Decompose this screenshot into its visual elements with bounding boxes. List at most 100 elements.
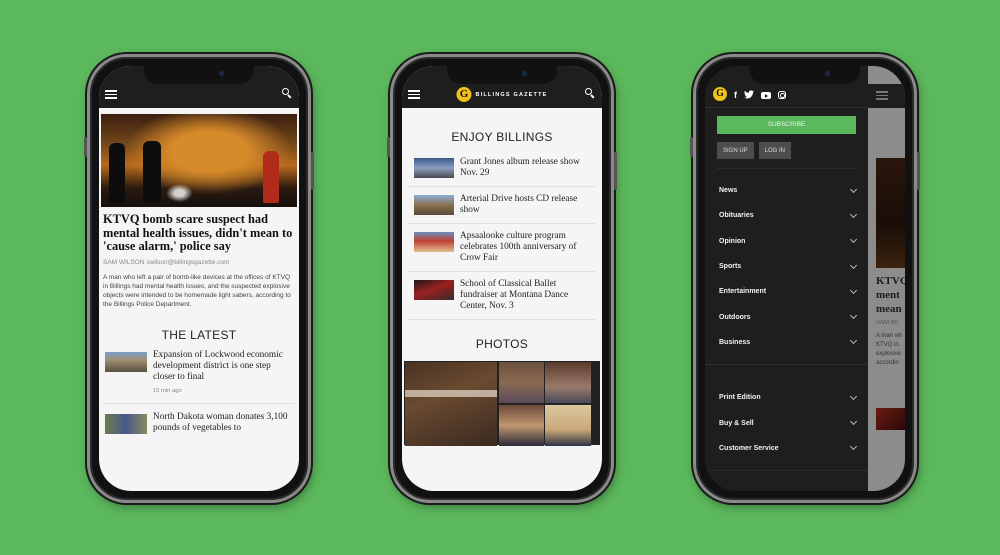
enjoy-section-title: ENJOY BILLINGS: [451, 130, 553, 144]
hamburger-icon[interactable]: [876, 91, 888, 100]
brand-logo[interactable]: G BILLINGS GAZETTE: [456, 87, 547, 102]
photo[interactable]: [498, 362, 544, 403]
lead-headline[interactable]: KTVQ bomb scare suspect had mental healt…: [103, 212, 295, 254]
menu-item-label: News: [719, 187, 738, 195]
notch: [447, 66, 557, 84]
camera: [219, 71, 224, 76]
list-item-title: Grant Jones album release show Nov. 29: [460, 157, 580, 178]
volume-button: [387, 137, 390, 157]
chevron-down-icon[interactable]: [849, 392, 858, 400]
chevron-down-icon[interactable]: [849, 236, 858, 244]
menu-item-label: Outdoors: [719, 313, 751, 321]
volume-button: [690, 137, 693, 157]
menu-item-opinion[interactable]: Opinion: [705, 229, 868, 254]
auth-buttons: SIGN UP LOG IN: [717, 142, 856, 169]
photo[interactable]: [405, 362, 497, 446]
list-item[interactable]: Expansion of Lockwood economic developme…: [103, 342, 295, 404]
chevron-down-icon[interactable]: [849, 185, 858, 193]
search-icon[interactable]: [585, 88, 595, 99]
menu-item-label: Obituaries: [719, 212, 754, 220]
gazette-logo-icon: G: [456, 87, 472, 102]
menu-item-label: Print Edition: [719, 394, 761, 402]
menu-item-customer-service[interactable]: Customer Service: [705, 436, 868, 461]
hamburger-icon[interactable]: [105, 90, 117, 99]
menu-item-label: Business: [719, 338, 751, 346]
figure: [263, 151, 279, 203]
chevron-down-icon[interactable]: [849, 286, 858, 294]
list-item[interactable]: School of Classical Ballet fundraiser at…: [408, 272, 596, 320]
log-in-button[interactable]: LOG IN: [758, 142, 792, 159]
photo[interactable]: [545, 404, 591, 446]
power-button: [614, 152, 617, 190]
lead-story-image[interactable]: [101, 114, 297, 207]
youtube-icon[interactable]: [761, 92, 771, 99]
peek-top-bar: [868, 84, 905, 108]
power-button: [311, 152, 314, 190]
list-item[interactable]: Apsaalooke culture program celebrates 10…: [408, 224, 596, 272]
menu-item-entertainment[interactable]: Entertainment: [705, 279, 868, 304]
page-overlay[interactable]: KTVQ ment mean SAM WI A man wh KTVQ in e…: [868, 66, 905, 491]
story-summary: A man who left a pair of bomb-like devic…: [103, 273, 291, 308]
photo[interactable]: [498, 404, 544, 446]
hamburger-icon[interactable]: [408, 90, 420, 99]
menu-item-print-edition[interactable]: Print Edition: [705, 385, 868, 410]
primary-menu: News Obituaries Opinion Sports Entertain…: [705, 169, 868, 366]
list-item[interactable]: North Dakota woman donates 3,100 pounds …: [103, 404, 295, 440]
menu-item-label: Sports: [719, 263, 742, 271]
lead-story-image: [876, 158, 905, 268]
volume-button: [84, 137, 87, 157]
twitter-icon[interactable]: [744, 90, 754, 99]
list-item[interactable]: Arterial Drive hosts CD release show: [408, 187, 596, 224]
search-icon[interactable]: [282, 88, 292, 99]
list-item-title: Arterial Drive hosts CD release show: [460, 194, 578, 215]
thumbnail: [414, 195, 454, 215]
chevron-down-icon[interactable]: [849, 417, 858, 426]
menu-item-business[interactable]: Business: [705, 330, 868, 355]
figure: [143, 141, 161, 203]
byline-fragment: SAM WI: [876, 320, 898, 326]
photo-gallery: [404, 361, 600, 446]
menu-item-outdoors[interactable]: Outdoors: [705, 304, 868, 329]
menu-item-label: Opinion: [719, 237, 746, 245]
facebook-icon[interactable]: f: [734, 89, 737, 101]
screen: G f SUBSCRIBE SIGN UP LOG IN News Obitua…: [705, 66, 905, 491]
notch: [144, 66, 254, 84]
brand-name: BILLINGS GAZETTE: [475, 91, 548, 98]
menu-item-news[interactable]: News: [705, 178, 868, 203]
list-item-title: North Dakota woman donates 3,100 pounds …: [153, 411, 288, 433]
notch: [750, 66, 860, 84]
byline: SAM WILSON swilson@billingsgazette.com: [103, 258, 230, 266]
subscribe-button[interactable]: SUBSCRIBE: [717, 116, 856, 134]
chevron-down-icon[interactable]: [849, 210, 858, 218]
screen: KTVQ bomb scare suspect had mental healt…: [99, 66, 299, 491]
menu-item-obituaries[interactable]: Obituaries: [705, 203, 868, 228]
gazette-logo-icon[interactable]: G: [713, 87, 727, 101]
menu-item-label: Buy & Sell: [719, 419, 754, 427]
chevron-down-icon[interactable]: [849, 312, 858, 320]
sign-up-button[interactable]: SIGN UP: [717, 142, 754, 159]
enjoy-list: Grant Jones album release show Nov. 29 A…: [408, 150, 596, 320]
camera: [522, 71, 527, 76]
chevron-down-icon[interactable]: [849, 337, 858, 345]
chevron-down-icon[interactable]: [849, 443, 858, 451]
photo[interactable]: [545, 362, 591, 403]
list-item[interactable]: Grant Jones album release show Nov. 29: [408, 150, 596, 187]
menu-item-sports[interactable]: Sports: [705, 254, 868, 279]
thumbnail: [414, 280, 454, 300]
chevron-down-icon[interactable]: [849, 261, 858, 269]
latest-section-title: THE LATEST: [161, 327, 237, 342]
menu-item-label: Entertainment: [719, 288, 767, 296]
timestamp: 15 min ago: [153, 387, 182, 394]
phone-home-screen: KTVQ bomb scare suspect had mental healt…: [84, 54, 314, 503]
thumbnail: [414, 232, 454, 252]
thumbnail: [876, 408, 905, 430]
thumbnail: [105, 351, 147, 372]
list-item-title: Expansion of Lockwood economic developme…: [153, 349, 283, 382]
menu-item-buy-sell[interactable]: Buy & Sell: [705, 410, 868, 435]
lead-headline-fragment: KTVQ ment mean: [876, 275, 905, 315]
phone-menu-screen: G f SUBSCRIBE SIGN UP LOG IN News Obitua…: [690, 54, 920, 503]
list-item-title: Apsaalooke culture program celebrates 10…: [460, 231, 577, 263]
phone-entertainment-screen: G BILLINGS GAZETTE ENJOY BILLINGS Grant …: [387, 54, 617, 503]
list-item-title: School of Classical Ballet fundraiser at…: [460, 279, 569, 311]
instagram-icon[interactable]: [778, 91, 786, 99]
